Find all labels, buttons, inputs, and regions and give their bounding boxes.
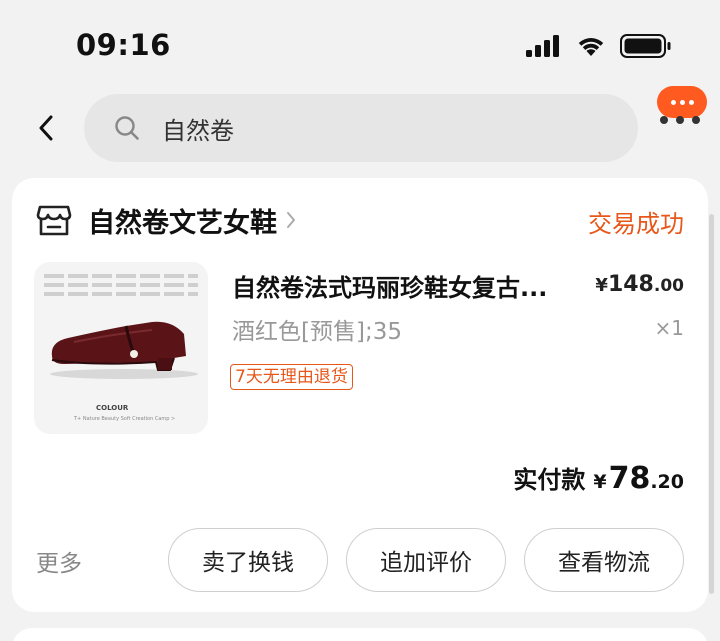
scrollbar[interactable] xyxy=(709,214,714,594)
view-logistics-button[interactable]: 查看物流 xyxy=(524,528,684,592)
nav-bar: 自然卷 xyxy=(0,86,720,164)
add-review-button[interactable]: 追加评价 xyxy=(346,528,506,592)
product-price: ¥148.00 xyxy=(595,272,684,297)
status-time: 09:16 xyxy=(76,28,171,62)
store-icon xyxy=(36,205,72,236)
paid-label: 实付款 xyxy=(513,466,586,494)
search-icon xyxy=(115,116,139,140)
shoe-image xyxy=(50,321,198,379)
status-icons xyxy=(526,34,672,58)
chevron-right-icon xyxy=(285,210,297,230)
product-quantity: ×1 xyxy=(654,316,684,340)
more-actions-link[interactable]: 更多 xyxy=(36,544,82,578)
status-bar: 09:16 xyxy=(0,0,720,90)
image-colour-text: COLOUR xyxy=(96,404,129,412)
wifi-icon xyxy=(578,38,604,56)
paid-amount: 实付款 ¥ 78 .20 xyxy=(513,461,684,496)
product-title[interactable]: 自然卷法式玛丽珍鞋女复古... xyxy=(232,268,592,303)
battery-icon xyxy=(620,34,671,58)
back-button[interactable] xyxy=(30,108,62,148)
order-status: 交易成功 xyxy=(588,210,684,238)
search-bar[interactable]: 自然卷 xyxy=(84,94,638,162)
product-sku: 酒红色[预售];35 xyxy=(232,319,402,345)
next-order-card xyxy=(12,628,708,641)
message-badge-icon xyxy=(657,86,707,118)
chevron-left-icon xyxy=(39,115,53,141)
shop-header[interactable]: 自然卷文艺女鞋 交易成功 xyxy=(36,200,684,240)
product-image[interactable]: COLOUR T+ Nature Beauty Soft Creation Ca… xyxy=(34,262,208,434)
resell-button[interactable]: 卖了换钱 xyxy=(168,528,328,592)
more-dots-icon xyxy=(660,116,700,124)
order-card: 自然卷文艺女鞋 交易成功 COLOUR T+ Nature Beauty Sof… xyxy=(12,178,708,612)
cellular-signal-icon xyxy=(526,35,559,57)
search-query: 自然卷 xyxy=(162,116,234,145)
image-caption-text: T+ Nature Beauty Soft Creation Camp > xyxy=(74,416,176,422)
return-policy-tag: 7天无理由退货 xyxy=(230,364,353,390)
more-menu-button[interactable] xyxy=(654,86,710,134)
shop-name: 自然卷文艺女鞋 xyxy=(88,207,277,239)
